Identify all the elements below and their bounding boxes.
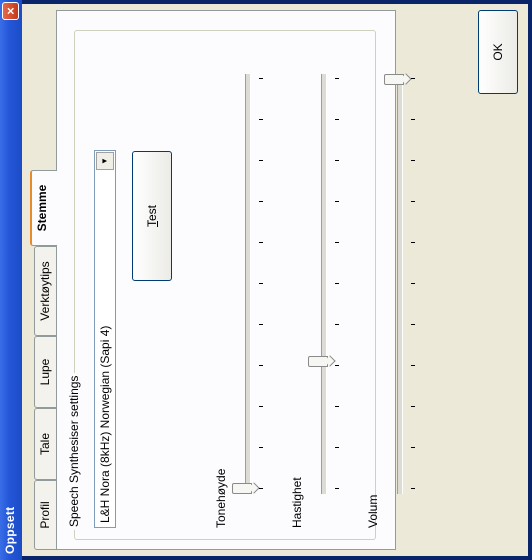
voice-select[interactable]: L&H Nora (8kHz) Norwegian (Sapi 4) ▼ — [94, 150, 116, 528]
ok-button-label: OK — [491, 43, 505, 61]
tick-mark — [259, 283, 263, 284]
speed-label: Hastighet — [290, 477, 304, 528]
chevron-down-icon[interactable]: ▼ — [96, 152, 114, 170]
speed-slider-track[interactable] — [321, 74, 327, 494]
tick-mark — [335, 406, 339, 407]
tick-mark — [259, 160, 263, 161]
pitch-slider-thumb[interactable] — [232, 483, 252, 494]
tab-tale[interactable]: Tale — [34, 408, 56, 480]
tick-mark — [411, 447, 415, 448]
tick-mark — [259, 201, 263, 202]
tick-mark — [411, 324, 415, 325]
tick-mark — [411, 242, 415, 243]
tick-mark — [335, 201, 339, 202]
tick-mark — [335, 78, 339, 79]
volume-slider-track[interactable] — [397, 74, 403, 494]
tick-mark — [335, 160, 339, 161]
test-button[interactable]: Test — [132, 151, 172, 281]
tick-mark — [259, 488, 263, 489]
tick-mark — [259, 242, 263, 243]
tick-mark — [411, 78, 415, 79]
speech-settings-group — [74, 30, 376, 540]
tick-mark — [259, 78, 263, 79]
pitch-label: Tonehøyde — [214, 468, 228, 528]
tab-lupe[interactable]: Lupe — [34, 336, 56, 408]
tab-label: Profil — [38, 501, 52, 529]
ok-button[interactable]: OK — [478, 10, 518, 94]
title-bar[interactable]: Oppsett × — [0, 0, 22, 560]
tick-mark — [259, 324, 263, 325]
tick-mark — [335, 324, 339, 325]
tab-profil[interactable]: Profil — [34, 480, 56, 550]
volume-label: Volum — [366, 494, 380, 528]
tick-mark — [335, 365, 339, 366]
tick-mark — [411, 160, 415, 161]
tab-verktoytips[interactable]: Verktøytips — [34, 246, 56, 336]
close-button[interactable]: × — [2, 2, 19, 20]
tick-mark — [259, 119, 263, 120]
tick-mark — [411, 488, 415, 489]
tab-strip: Profil Tale Lupe Verktøytips Stemme — [30, 10, 57, 550]
tick-mark — [259, 406, 263, 407]
tab-stemme[interactable]: Stemme — [30, 170, 57, 246]
tick-mark — [411, 119, 415, 120]
tick-mark — [259, 365, 263, 366]
tick-mark — [335, 283, 339, 284]
tick-mark — [335, 242, 339, 243]
window-title: Oppsett — [3, 506, 17, 554]
tab-label: Tale — [38, 433, 52, 456]
tick-mark — [411, 283, 415, 284]
tab-label: Verktøytips — [38, 261, 52, 321]
tick-mark — [335, 488, 339, 489]
tick-mark — [411, 406, 415, 407]
tick-mark — [335, 119, 339, 120]
voice-select-value: L&H Nora (8kHz) Norwegian (Sapi 4) — [98, 325, 112, 523]
test-button-label: Test — [145, 205, 159, 228]
close-icon: × — [3, 7, 18, 15]
settings-dialog: Oppsett × Profil Tale Lupe Verktøytips S… — [0, 0, 532, 560]
tick-mark — [335, 447, 339, 448]
group-label: Speech Synthesiser settings — [67, 372, 81, 530]
speed-slider-thumb[interactable] — [308, 356, 328, 368]
tick-mark — [259, 447, 263, 448]
tab-label: Lupe — [38, 358, 52, 386]
tab-label: Stemme — [35, 184, 49, 232]
volume-slider-thumb[interactable] — [384, 74, 404, 85]
tick-mark — [411, 201, 415, 202]
pitch-slider-track[interactable] — [245, 74, 251, 494]
tick-mark — [411, 365, 415, 366]
